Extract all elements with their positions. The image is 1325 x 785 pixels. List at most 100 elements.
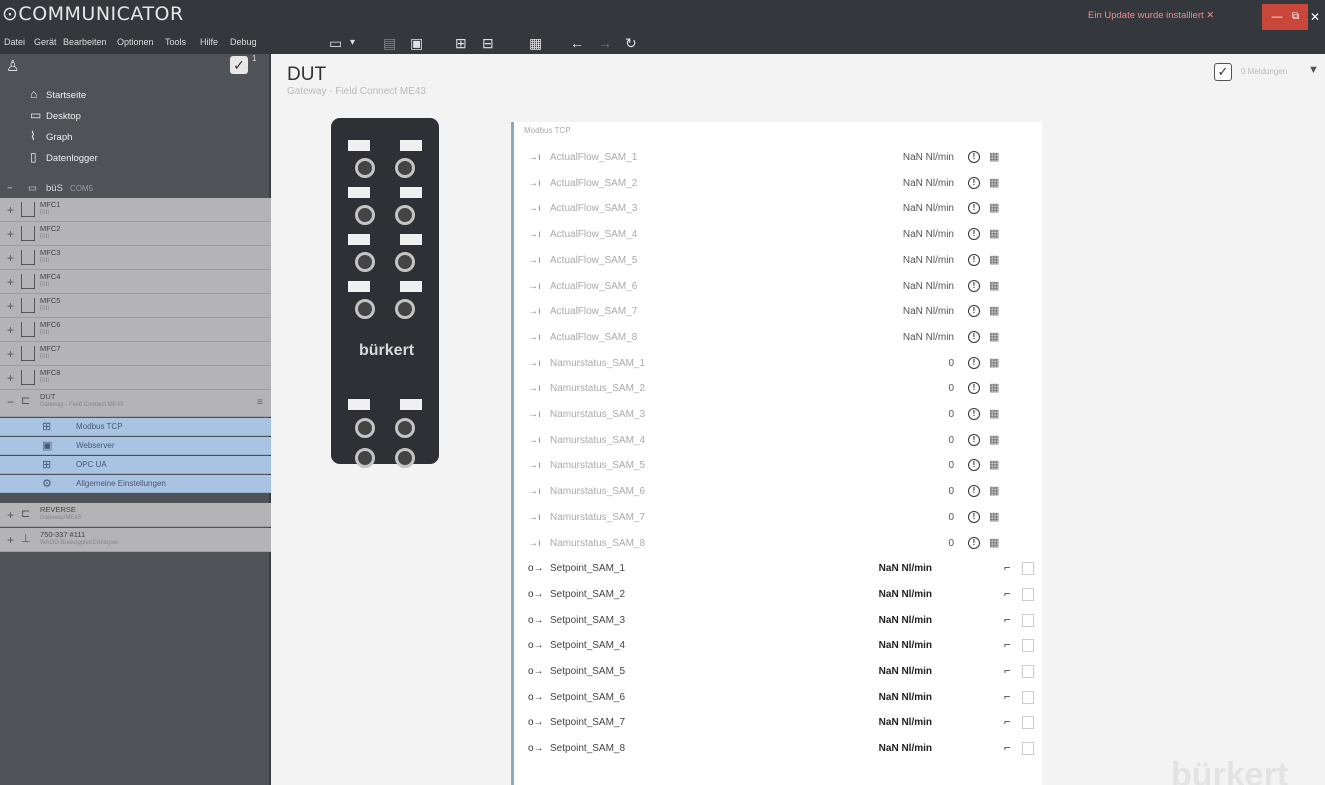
chevron-down-icon[interactable]: ▼ bbox=[1308, 64, 1319, 76]
document-icon[interactable]: ▦ bbox=[529, 35, 542, 51]
grid-icon[interactable]: ▦ bbox=[989, 196, 999, 222]
tree-allgemeine-einstellungen[interactable]: ⚙ Allgemeine Einstellungen bbox=[0, 475, 271, 493]
tree-reverse[interactable]: + ⊏ REVERSE Gateway/ME43 bbox=[0, 503, 271, 527]
tree-mfc[interactable]: + MFC3 PdI bbox=[0, 246, 271, 270]
tree-mfc[interactable]: + MFC7 PdI bbox=[0, 342, 271, 366]
datapoint-value[interactable]: NaN Nl/min bbox=[879, 685, 932, 711]
import-icon[interactable]: ⊞ bbox=[455, 35, 467, 51]
grid-icon[interactable]: ▦ bbox=[989, 351, 999, 377]
grid-icon[interactable]: ▦ bbox=[989, 299, 999, 325]
info-icon[interactable]: ! bbox=[968, 459, 980, 472]
expand-icon[interactable]: + bbox=[7, 508, 14, 522]
grid-icon[interactable]: ▦ bbox=[989, 248, 999, 274]
menu-icon[interactable]: ≡ bbox=[257, 397, 263, 408]
write-checkbox[interactable] bbox=[1022, 587, 1034, 601]
nav-graph[interactable]: ⌇ Graph bbox=[30, 126, 72, 146]
tree-modbus-tcp[interactable]: ⊞ Modbus TCP bbox=[0, 418, 271, 436]
datapoint-value[interactable]: NaN Nl/min bbox=[879, 659, 932, 685]
refresh-icon[interactable]: ↻ bbox=[625, 35, 637, 51]
tree-mfc[interactable]: + MFC5 PdI bbox=[0, 294, 271, 318]
close-button[interactable]: ✕ bbox=[1310, 4, 1325, 30]
info-icon[interactable]: ! bbox=[968, 408, 980, 420]
device-view-icon[interactable]: ▭ bbox=[329, 35, 342, 51]
grid-icon[interactable]: ▦ bbox=[989, 171, 999, 197]
menu-optionen[interactable]: Optionen bbox=[117, 37, 154, 47]
expand-icon[interactable]: + bbox=[7, 533, 14, 547]
info-icon[interactable]: ! bbox=[968, 356, 980, 369]
info-icon[interactable]: ! bbox=[968, 279, 980, 292]
tree-wago[interactable]: + ⊥ 750-337 #111 WAGO-Buskoppler/CANopen bbox=[0, 528, 271, 552]
maximize-button[interactable]: ⧉ bbox=[1292, 4, 1308, 30]
grid-icon[interactable]: ▦ bbox=[989, 145, 999, 171]
menu-geraet[interactable]: Gerät bbox=[34, 37, 57, 47]
tree-mfc[interactable]: + MFC6 PdI bbox=[0, 318, 271, 342]
menu-datei[interactable]: Datei bbox=[4, 37, 25, 47]
expand-icon[interactable]: + bbox=[7, 227, 14, 241]
datapoint-value[interactable]: NaN Nl/min bbox=[879, 582, 932, 608]
tree-bus[interactable]: − ▭ büS COM5 bbox=[0, 180, 271, 198]
expand-icon[interactable]: + bbox=[7, 347, 14, 361]
expand-icon[interactable]: + bbox=[7, 371, 14, 385]
write-checkbox[interactable] bbox=[1022, 742, 1034, 756]
tree-webserver[interactable]: ▣ Webserver bbox=[0, 437, 271, 455]
datapoint-value[interactable]: NaN Nl/min bbox=[879, 710, 932, 736]
grid-icon[interactable]: ▦ bbox=[989, 479, 999, 505]
write-checkbox[interactable] bbox=[1022, 613, 1034, 627]
dropdown-icon[interactable]: ▾ bbox=[350, 35, 355, 51]
collapse-icon[interactable]: − bbox=[7, 395, 14, 409]
expand-icon[interactable]: + bbox=[7, 323, 14, 337]
grid-icon[interactable]: ▦ bbox=[989, 376, 999, 402]
datapoint-value[interactable]: NaN Nl/min bbox=[879, 736, 932, 762]
expand-icon[interactable]: + bbox=[7, 299, 14, 313]
tree-mfc[interactable]: + MFC8 PdI bbox=[0, 366, 271, 390]
update-notification[interactable]: Ein Update wurde installiert ✕ bbox=[1088, 10, 1214, 21]
user-icon[interactable]: ♙ bbox=[6, 57, 19, 75]
grid-icon[interactable]: ▦ bbox=[989, 274, 999, 300]
export-icon[interactable]: ⊟ bbox=[482, 35, 494, 51]
grid-icon[interactable]: ▦ bbox=[989, 531, 999, 557]
grid-icon[interactable]: ▦ bbox=[989, 453, 999, 479]
tree-mfc[interactable]: + MFC4 PdI bbox=[0, 270, 271, 294]
info-icon[interactable]: ! bbox=[968, 382, 980, 395]
tree-mfc[interactable]: + MFC2 PdI bbox=[0, 222, 271, 246]
menu-hilfe[interactable]: Hilfe bbox=[200, 37, 218, 47]
tree-mfc[interactable]: + MFC1 PdI bbox=[0, 198, 271, 222]
grid-icon[interactable]: ▦ bbox=[989, 325, 999, 351]
info-icon[interactable]: ! bbox=[968, 330, 980, 343]
checkbox-icon[interactable]: ✓ bbox=[230, 56, 248, 74]
write-checkbox[interactable] bbox=[1022, 665, 1034, 678]
menu-tools[interactable]: Tools bbox=[165, 37, 186, 47]
info-icon[interactable]: ! bbox=[968, 228, 980, 241]
grid-icon[interactable]: ▦ bbox=[989, 428, 999, 454]
expand-icon[interactable]: + bbox=[7, 203, 14, 217]
checkbox-icon[interactable]: ✓ bbox=[1214, 63, 1232, 81]
step-icon[interactable]: ⌐ bbox=[1004, 736, 1010, 762]
back-arrow-icon[interactable]: ← bbox=[570, 35, 584, 51]
minimize-button[interactable]: — bbox=[1262, 4, 1292, 30]
menu-bearbeiten[interactable]: Bearbeiten bbox=[63, 37, 107, 47]
step-icon[interactable]: ⌐ bbox=[1004, 710, 1010, 736]
info-icon[interactable]: ! bbox=[968, 176, 980, 189]
expand-icon[interactable]: + bbox=[7, 275, 14, 289]
expand-icon[interactable]: + bbox=[7, 251, 14, 265]
collapse-icon[interactable]: − bbox=[7, 180, 13, 198]
write-checkbox[interactable] bbox=[1022, 716, 1034, 730]
info-icon[interactable]: ! bbox=[968, 202, 980, 215]
write-checkbox[interactable] bbox=[1022, 690, 1034, 704]
tree-opc-ua[interactable]: ⊞ OPC UA bbox=[0, 456, 271, 474]
info-icon[interactable]: ! bbox=[968, 253, 980, 266]
info-icon[interactable]: ! bbox=[968, 305, 980, 318]
info-icon[interactable]: ! bbox=[968, 510, 980, 523]
info-icon[interactable]: ! bbox=[968, 485, 980, 498]
nav-startseite[interactable]: ⌂ Startseite bbox=[30, 84, 86, 104]
step-icon[interactable]: ⌐ bbox=[1004, 556, 1010, 582]
nav-desktop[interactable]: ▭ Desktop bbox=[30, 105, 81, 125]
datapoint-value[interactable]: NaN Nl/min bbox=[879, 633, 932, 659]
grid-icon[interactable]: ▦ bbox=[989, 505, 999, 531]
step-icon[interactable]: ⌐ bbox=[1004, 685, 1010, 711]
nav-datenlogger[interactable]: ▯ Datenlogger bbox=[30, 147, 98, 167]
write-checkbox[interactable] bbox=[1022, 639, 1034, 653]
step-icon[interactable]: ⌐ bbox=[1004, 608, 1010, 634]
info-icon[interactable]: ! bbox=[968, 536, 980, 549]
save-icon[interactable]: ▣ bbox=[410, 35, 423, 51]
